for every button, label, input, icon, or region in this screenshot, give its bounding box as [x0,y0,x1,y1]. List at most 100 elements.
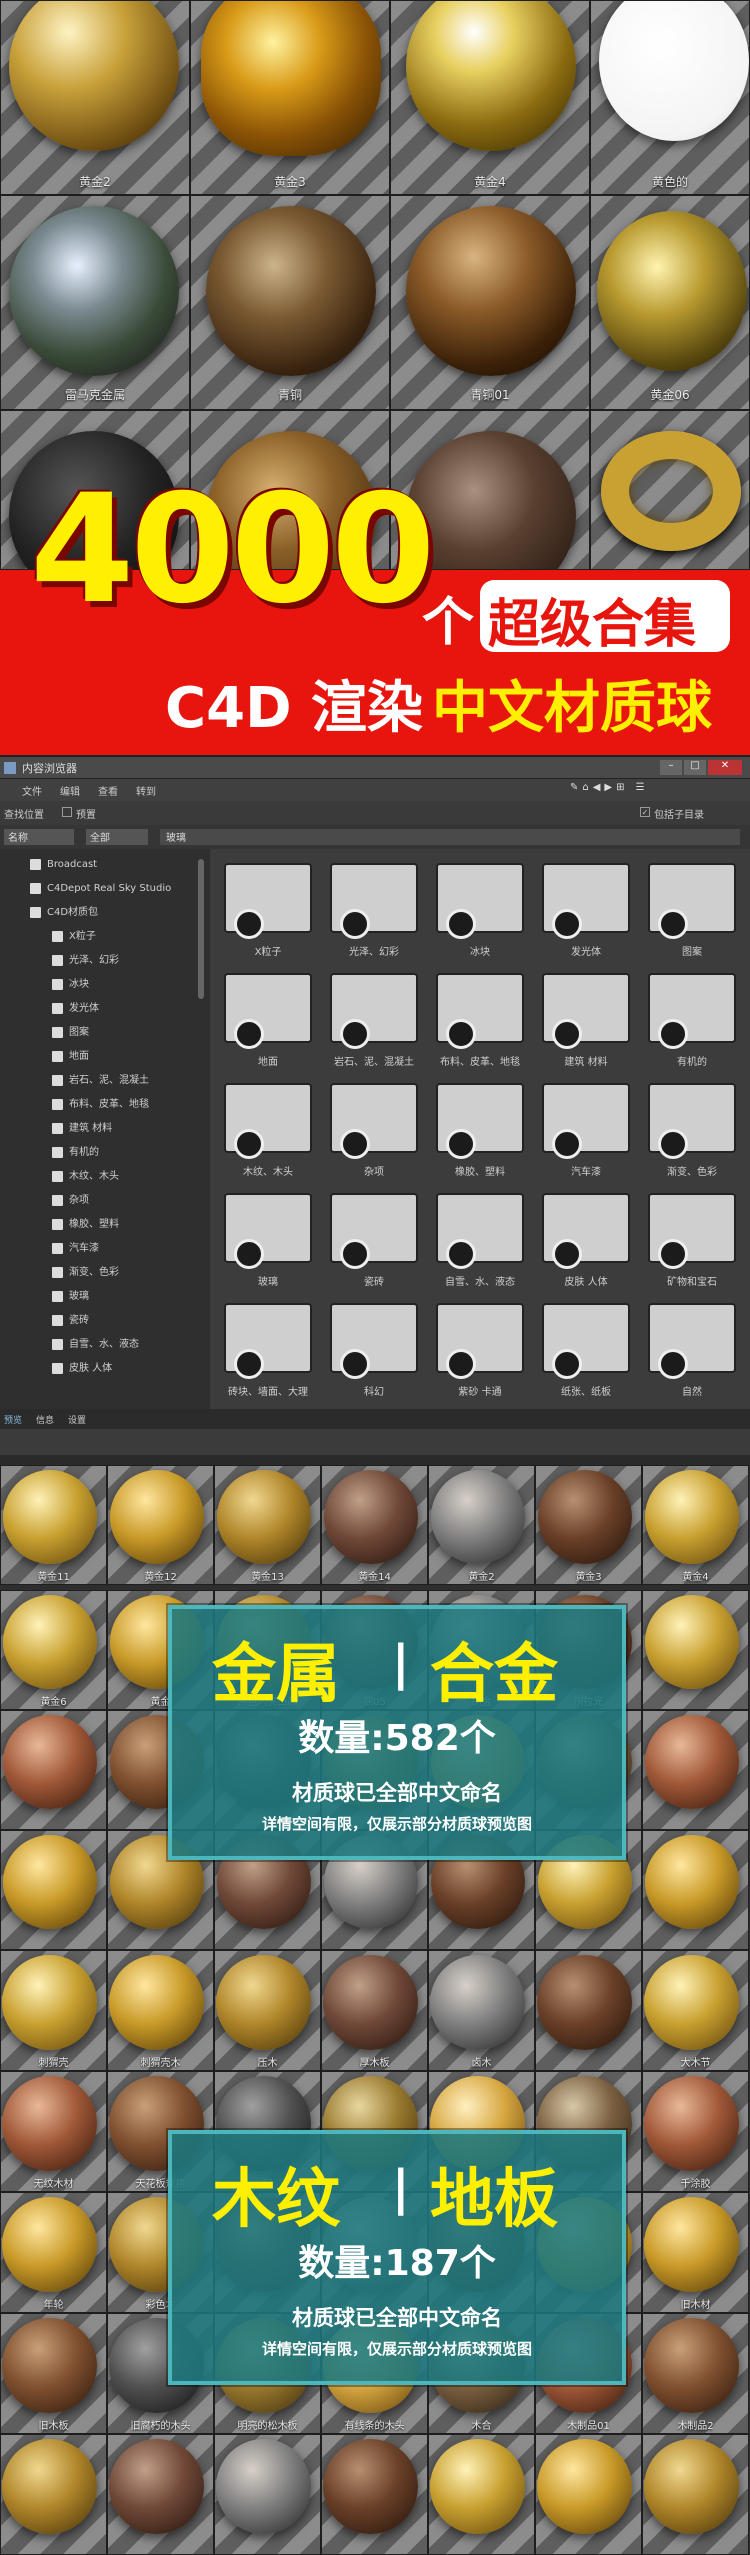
material-sphere[interactable] [644,2318,739,2413]
folder-item[interactable] [648,1303,736,1379]
material-cell[interactable]: 黄金11 [0,1465,107,1585]
menu-go[interactable]: 转到 [136,783,156,798]
path-field[interactable]: 玻璃 [160,829,740,845]
material-cell[interactable] [642,1590,749,1710]
material-sphere[interactable] [537,1470,632,1564]
material-cell[interactable]: 旧木材 [642,2192,749,2313]
material-cell[interactable]: 厚木板 [321,1950,428,2071]
folder-item[interactable] [224,973,312,1049]
material-sphere[interactable] [644,1715,739,1809]
toolbar-icons[interactable]: ✎⌂◀▶⊞ ☰ [570,782,649,793]
material-sphere[interactable] [537,2439,632,2534]
material-sphere[interactable] [2,1835,97,1929]
folder-item[interactable] [436,863,524,939]
folder-item[interactable] [330,1193,418,1269]
material-cell[interactable]: 无纹木材 [0,2071,107,2192]
tree-item[interactable]: 木纹、木头 [52,1167,119,1187]
folder-item[interactable] [330,973,418,1049]
tree-item[interactable]: 岩石、泥、混凝土 [52,1071,149,1091]
material-cell[interactable] [0,2434,107,2555]
tab-settings[interactable]: 设置 [68,1413,86,1426]
menu-file[interactable]: 文件 [22,783,42,798]
folder-item[interactable] [436,973,524,1049]
material-cell[interactable] [642,2434,749,2555]
tree-item[interactable]: 渐变、色彩 [52,1263,119,1283]
maximize-button[interactable]: □ [684,760,706,775]
tree-item[interactable]: 图案 [52,1023,89,1043]
folder-item[interactable] [224,863,312,939]
material-cell[interactable] [535,1950,642,2071]
folder-item[interactable] [542,1083,630,1159]
material-cell[interactable]: 黄金13 [214,1465,321,1585]
material-sphere[interactable] [537,1955,632,2050]
folder-item[interactable] [648,1193,736,1269]
type-select[interactable]: 全部 [86,829,148,845]
material-sphere[interactable] [201,1,381,156]
material-sphere[interactable] [216,1470,311,1564]
material-cell[interactable]: 年轮 [0,2192,107,2313]
material-sphere[interactable] [644,2439,739,2534]
material-sphere[interactable] [216,2439,311,2534]
material-cell[interactable]: 黄金6 [0,1590,107,1710]
tab-info[interactable]: 信息 [36,1413,54,1426]
folder-item[interactable] [648,863,736,939]
material-sphere[interactable] [2,1470,97,1564]
menu-view[interactable]: 查看 [98,783,118,798]
material-sphere[interactable] [644,2076,739,2171]
material-sphere[interactable] [9,1,179,151]
material-sphere[interactable] [2,2197,97,2292]
material-sphere[interactable] [2,2439,97,2534]
tree-item[interactable]: C4Depot Real Sky Studio [30,879,171,899]
material-cell[interactable]: 刺猬壳 [0,1950,107,2071]
material-cell[interactable]: 旧木板 [0,2313,107,2434]
material-sphere[interactable] [597,211,747,371]
material-cell[interactable] [0,1710,107,1830]
material-sphere[interactable] [2,1715,97,1809]
close-button[interactable]: ✕ [708,760,742,775]
material-cell[interactable]: 卤木 [428,1950,535,2071]
material-sphere[interactable] [2,2076,97,2171]
folder-item[interactable] [330,1303,418,1379]
material-cell[interactable]: 木制品2 [642,2313,749,2434]
material-sphere[interactable] [323,1470,418,1564]
folder-item[interactable] [542,863,630,939]
material-sphere[interactable] [430,1955,525,2050]
folder-item[interactable] [648,1083,736,1159]
material-sphere[interactable] [109,2439,204,2534]
tree-item[interactable]: 冰块 [52,975,89,995]
tree-item[interactable]: 橡胶、塑料 [52,1215,119,1235]
material-sphere[interactable] [644,1835,739,1929]
tree-item[interactable]: 玻璃 [52,1287,89,1307]
tree-item[interactable]: 汽车漆 [52,1239,99,1259]
material-sphere[interactable] [2,1955,97,2050]
tree-item[interactable]: 光泽、幻彩 [52,951,119,971]
material-cell[interactable] [642,1710,749,1830]
menu-edit[interactable]: 编辑 [60,783,80,798]
material-cell[interactable] [0,1830,107,1950]
folder-item[interactable] [542,1193,630,1269]
material-sphere[interactable] [2,2318,97,2413]
material-cell[interactable] [321,2434,428,2555]
material-cell[interactable]: 黄金4 [642,1465,749,1585]
material-sphere[interactable] [644,2197,739,2292]
material-cell[interactable] [214,2434,321,2555]
material-cell[interactable]: 黄金3 [535,1465,642,1585]
material-cell[interactable]: 压木 [214,1950,321,2071]
folder-item[interactable] [224,1083,312,1159]
subdir-checkbox[interactable]: ✓ [640,807,650,817]
tree-item[interactable]: Broadcast [30,855,97,875]
material-sphere[interactable] [109,1955,204,2050]
material-sphere[interactable] [109,1470,204,1564]
tree-item[interactable]: 有机的 [52,1143,99,1163]
material-sphere[interactable] [644,1955,739,2050]
material-cell[interactable] [535,2434,642,2555]
material-sphere[interactable] [9,206,179,376]
material-cell[interactable] [428,2434,535,2555]
material-sphere[interactable] [323,1955,418,2050]
tree-scrollbar[interactable] [198,859,204,999]
folder-item[interactable] [330,863,418,939]
tree-item[interactable]: 杂项 [52,1191,89,1211]
folder-item[interactable] [224,1303,312,1379]
material-sphere[interactable] [2,1595,97,1689]
material-sphere[interactable] [644,1470,739,1564]
